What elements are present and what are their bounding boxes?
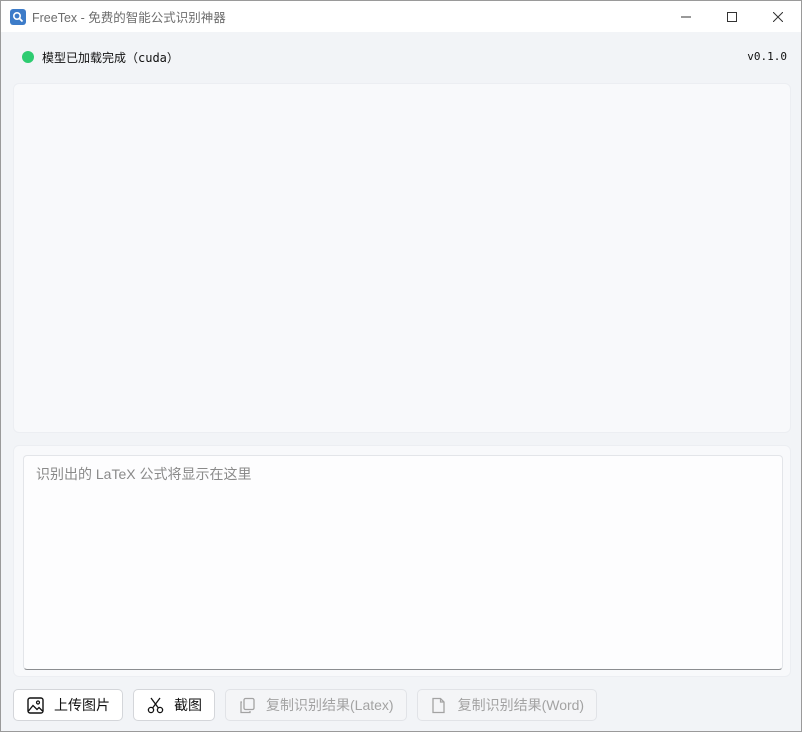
copy-icon [238, 696, 256, 714]
close-button[interactable] [755, 1, 801, 32]
screenshot-button[interactable]: 截图 [133, 689, 215, 721]
minimize-button[interactable] [663, 1, 709, 32]
copy-word-label: 复制识别结果(Word) [457, 697, 585, 713]
copy-latex-button[interactable]: 复制识别结果(Latex) [225, 689, 407, 721]
status-bar: 模型已加载完成（cuda） [13, 45, 791, 69]
window-controls [663, 1, 801, 32]
magnifier-app-icon [10, 8, 26, 25]
version-label: v0.1.0 [747, 50, 787, 63]
copy-latex-label: 复制识别结果(Latex) [266, 697, 394, 713]
screenshot-label: 截图 [174, 697, 202, 713]
document-icon [430, 696, 448, 714]
minimize-icon [681, 16, 691, 17]
close-icon [773, 11, 783, 22]
window-title: FreeTex - 免费的智能公式识别神器 [32, 11, 226, 25]
upload-image-label: 上传图片 [54, 697, 110, 713]
status-text: 模型已加载完成（cuda） [42, 50, 179, 65]
bottom-toolbar: 上传图片 截图 复制识别结果(Latex) 复制识别结果(Word) [13, 689, 598, 721]
upload-image-button[interactable]: 上传图片 [13, 689, 123, 721]
scissors-icon [146, 696, 164, 714]
status-indicator-dot [22, 51, 34, 63]
title-bar[interactable]: FreeTex - 免费的智能公式识别神器 [1, 1, 801, 32]
image-preview-area[interactable] [13, 83, 791, 433]
app-window: FreeTex - 免费的智能公式识别神器 模型已加载完成（cuda） v0.1… [0, 0, 802, 732]
image-icon [26, 696, 44, 714]
result-panel [13, 445, 791, 677]
latex-result-field[interactable] [23, 455, 783, 670]
maximize-icon [727, 11, 737, 22]
copy-word-button[interactable]: 复制识别结果(Word) [416, 689, 598, 721]
maximize-button[interactable] [709, 1, 755, 32]
